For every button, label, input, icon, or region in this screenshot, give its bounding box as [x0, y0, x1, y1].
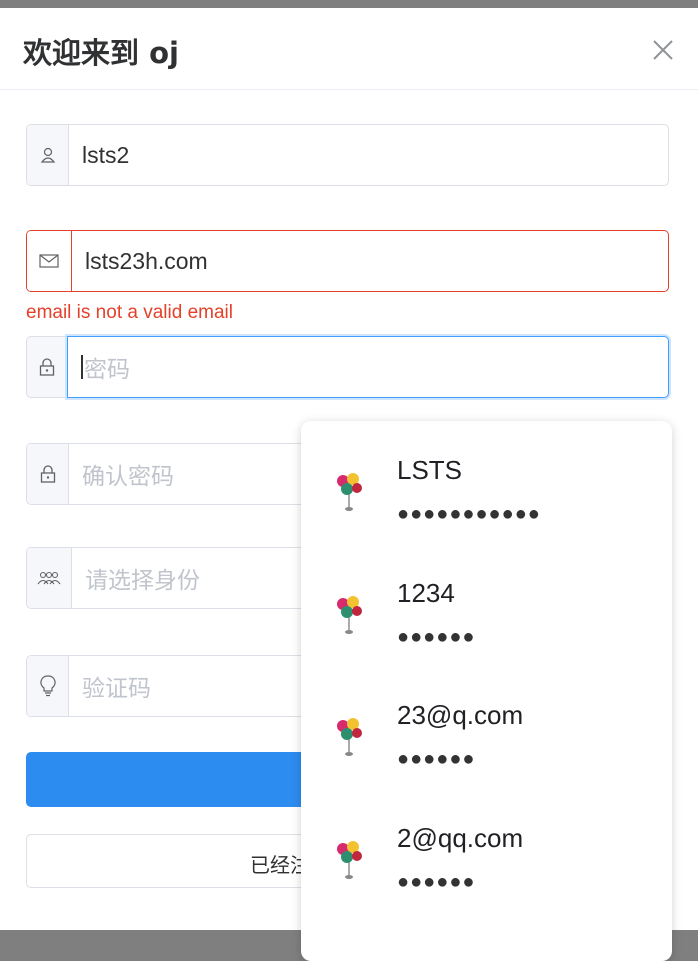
- dialog-header: 欢迎来到 oj: [0, 8, 698, 90]
- mail-icon: [27, 231, 72, 291]
- saved-password-mask: ●●●●●●: [397, 626, 476, 648]
- close-icon[interactable]: [651, 38, 675, 62]
- email-input[interactable]: lsts23h.com: [72, 231, 668, 291]
- saved-credential-item[interactable]: 23@q.com ●●●●●●: [301, 666, 672, 776]
- saved-username: 2@qq.com: [397, 823, 524, 853]
- balloon-icon: [337, 473, 362, 511]
- lock-icon: [26, 336, 67, 398]
- saved-credential-item[interactable]: 2@qq.com ●●●●●●: [301, 789, 672, 899]
- confirm-password-placeholder: 确认密码: [82, 463, 174, 489]
- popup-arrow: [341, 403, 379, 422]
- password-placeholder: 密码: [84, 356, 130, 382]
- bulb-icon: [27, 656, 69, 716]
- username-value: lsts2: [82, 141, 130, 168]
- saved-password-mask: ●●●●●●: [397, 748, 476, 770]
- saved-credential-item[interactable]: LSTS ●●●●●●●●●●●: [301, 421, 672, 531]
- user-icon: [27, 125, 69, 185]
- saved-password-mask: ●●●●●●: [397, 871, 476, 893]
- email-error-message: email is not a valid email: [26, 302, 233, 323]
- email-input-group: lsts23h.com: [26, 230, 669, 292]
- identity-placeholder: 请选择身份: [85, 567, 200, 593]
- saved-username: 23@q.com: [397, 700, 524, 730]
- lock-icon: [27, 444, 69, 504]
- saved-username: 1234: [397, 578, 455, 608]
- saved-username: LSTS: [397, 455, 463, 485]
- password-autofill-popup: LSTS ●●●●●●●●●●● 1234 ●●●●●● 23@q.com ●●…: [301, 421, 672, 961]
- captcha-placeholder: 验证码: [82, 675, 151, 701]
- dialog-title: 欢迎来到 oj: [23, 36, 179, 70]
- saved-credential-item[interactable]: 1234 ●●●●●●: [301, 544, 672, 654]
- balloon-icon: [337, 596, 362, 634]
- username-input-group: lsts2: [26, 124, 669, 186]
- password-input[interactable]: 密码: [67, 336, 669, 398]
- saved-password-mask: ●●●●●●●●●●●: [397, 503, 541, 525]
- text-caret: [81, 355, 83, 379]
- username-input[interactable]: lsts2: [69, 125, 668, 185]
- email-value: lsts23h.com: [85, 247, 208, 274]
- balloon-icon: [337, 718, 362, 756]
- users-icon: [27, 548, 72, 608]
- password-input-group: 密码: [26, 336, 669, 398]
- balloon-icon: [337, 841, 362, 879]
